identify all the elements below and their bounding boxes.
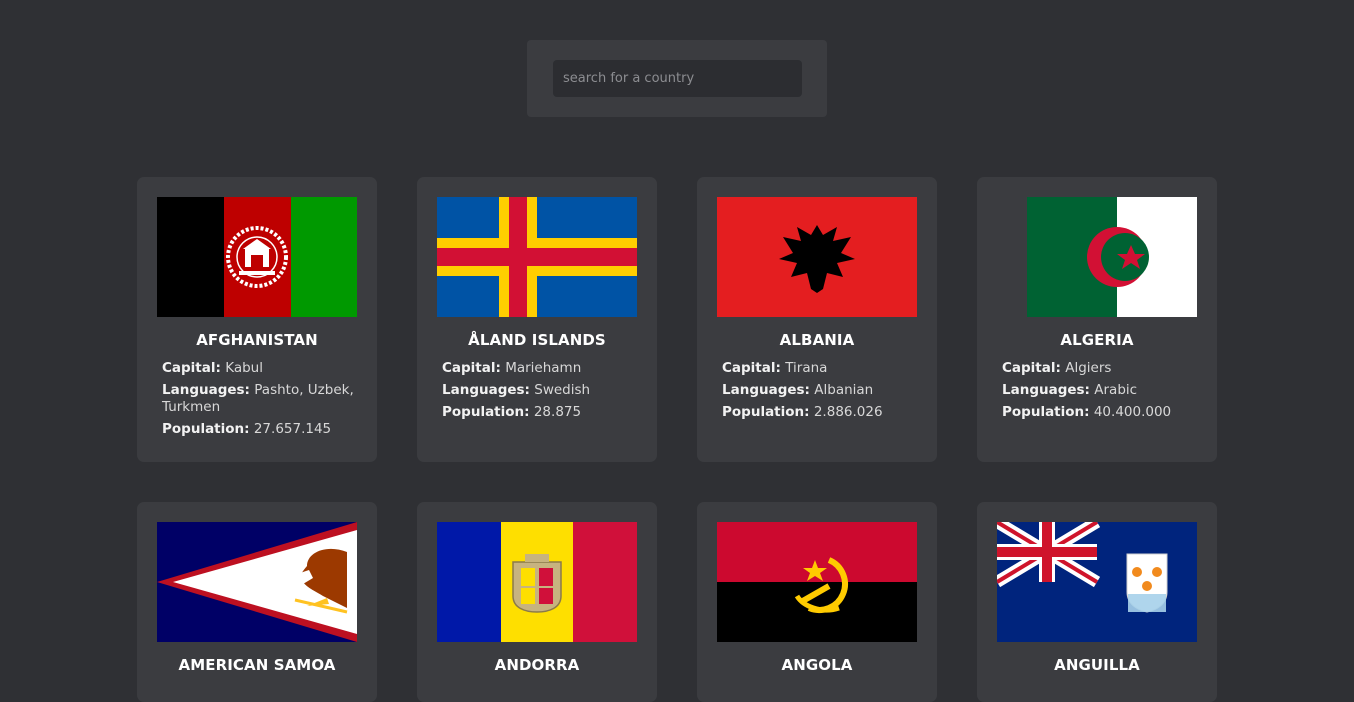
country-card-anguilla[interactable]: ANGUILLA (977, 502, 1217, 702)
capital-value: Algiers (1065, 360, 1112, 376)
capital-label: Capital: (442, 360, 501, 376)
capital-value: Kabul (225, 360, 263, 376)
languages-value: Arabic (1094, 382, 1138, 398)
capital-value: Mariehamn (505, 360, 582, 376)
population-label: Population: (442, 404, 530, 420)
search-container (527, 40, 827, 117)
search-input[interactable] (553, 60, 802, 97)
country-info: Capital: Algiers Languages: Arabic Popul… (1002, 360, 1202, 426)
country-card-aland-islands[interactable]: ÅLAND ISLANDS Capital: Mariehamn Languag… (417, 177, 657, 462)
american-samoa-flag (157, 522, 357, 642)
albania-flag (717, 197, 917, 317)
population-value: 2.886.026 (813, 404, 883, 420)
country-card-angola[interactable]: ANGOLA (697, 502, 937, 702)
country-name: AFGHANISTAN (196, 331, 318, 349)
country-name: ALBANIA (779, 331, 855, 349)
afghanistan-flag (157, 197, 357, 317)
country-name: ÅLAND ISLANDS (468, 331, 606, 349)
languages-label: Languages: (722, 382, 810, 398)
algeria-flag (997, 197, 1197, 317)
languages-value: Albanian (814, 382, 874, 398)
country-name: ANGUILLA (1054, 656, 1140, 674)
country-card-american-samoa[interactable]: AMERICAN SAMOA (137, 502, 377, 702)
country-info: Capital: Kabul Languages: Pashto, Uzbek,… (162, 360, 362, 443)
population-label: Population: (1002, 404, 1090, 420)
country-name: ALGERIA (1060, 331, 1134, 349)
country-name: ANDORRA (494, 656, 580, 674)
country-card-albania[interactable]: ALBANIA Capital: Tirana Languages: Alban… (697, 177, 937, 462)
capital-label: Capital: (162, 360, 221, 376)
languages-label: Languages: (442, 382, 530, 398)
population-value: 28.875 (533, 404, 582, 420)
country-name: AMERICAN SAMOA (178, 656, 336, 674)
population-value: 40.400.000 (1093, 404, 1172, 420)
capital-value: Tirana (785, 360, 828, 376)
andorra-flag (437, 522, 637, 642)
country-info: Capital: Mariehamn Languages: Swedish Po… (442, 360, 642, 426)
country-info: Capital: Tirana Languages: Albanian Popu… (722, 360, 922, 426)
anguilla-flag (997, 522, 1197, 642)
country-name: ANGOLA (781, 656, 853, 674)
languages-label: Languages: (1002, 382, 1090, 398)
capital-label: Capital: (722, 360, 781, 376)
country-card-algeria[interactable]: ALGERIA Capital: Algiers Languages: Arab… (977, 177, 1217, 462)
population-value: 27.657.145 (253, 421, 332, 437)
country-card-afghanistan[interactable]: AFGHANISTAN Capital: Kabul Languages: Pa… (137, 177, 377, 462)
population-label: Population: (162, 421, 250, 437)
languages-value: Swedish (534, 382, 591, 398)
angola-flag (717, 522, 917, 642)
capital-label: Capital: (1002, 360, 1061, 376)
country-card-andorra[interactable]: ANDORRA (417, 502, 657, 702)
languages-label: Languages: (162, 382, 250, 398)
population-label: Population: (722, 404, 810, 420)
aland-islands-flag (437, 197, 637, 317)
